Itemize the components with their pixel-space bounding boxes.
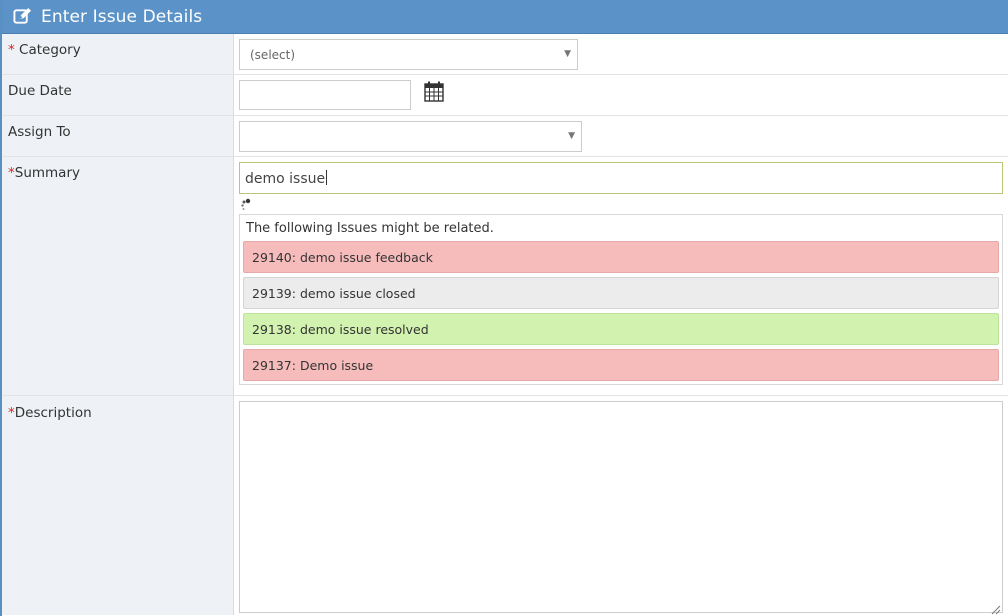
text-cursor — [326, 170, 328, 185]
summary-row: *Summary demo issue The following Issues… — [2, 157, 1008, 396]
related-issue-item[interactable]: 29139: demo issue closed — [243, 277, 999, 309]
summary-label: *Summary — [2, 157, 234, 395]
summary-input-value: demo issue — [245, 171, 326, 187]
issue-form-panel: Enter Issue Details * Category (select) … — [0, 0, 1008, 616]
category-select-value: (select) — [250, 48, 296, 62]
edit-icon — [13, 7, 33, 27]
due-date-label-text: Due Date — [8, 83, 72, 99]
related-issue-item[interactable]: 29140: demo issue feedback — [243, 241, 999, 273]
panel-title: Enter Issue Details — [41, 6, 203, 27]
related-issue-item[interactable]: 29137: Demo issue — [243, 349, 999, 381]
assign-to-label: Assign To — [2, 116, 234, 156]
calendar-icon[interactable] — [424, 81, 444, 102]
category-select[interactable]: (select) ▼ — [239, 39, 578, 70]
loading-spinner-icon — [239, 194, 1003, 214]
description-label: *Description — [2, 396, 234, 615]
due-date-row: Due Date — [2, 75, 1008, 116]
chevron-down-icon: ▼ — [564, 49, 571, 59]
description-textarea[interactable] — [239, 401, 1003, 615]
description-row: *Description — [2, 396, 1008, 615]
panel-header: Enter Issue Details — [2, 0, 1008, 34]
summary-label-text: Summary — [14, 165, 80, 181]
category-label: * Category — [2, 34, 234, 74]
description-label-text: Description — [14, 405, 92, 421]
required-marker: * — [8, 405, 15, 421]
required-marker: * — [8, 165, 15, 181]
related-issues-heading: The following Issues might be related. — [246, 221, 494, 236]
related-issue-item[interactable]: 29138: demo issue resolved — [243, 313, 999, 345]
summary-input[interactable]: demo issue — [239, 162, 1003, 194]
resize-handle-icon[interactable] — [990, 600, 1001, 615]
due-date-label: Due Date — [2, 75, 234, 115]
category-label-text: Category — [19, 42, 81, 58]
assign-to-select[interactable]: ▼ — [239, 121, 582, 152]
due-date-input[interactable] — [239, 80, 411, 110]
related-issues-box: The following Issues might be related. 2… — [239, 214, 1003, 385]
chevron-down-icon: ▼ — [568, 131, 575, 141]
assign-to-label-text: Assign To — [8, 124, 71, 140]
required-marker: * — [8, 42, 15, 58]
assign-to-row: Assign To ▼ — [2, 116, 1008, 157]
category-row: * Category (select) ▼ — [2, 34, 1008, 75]
